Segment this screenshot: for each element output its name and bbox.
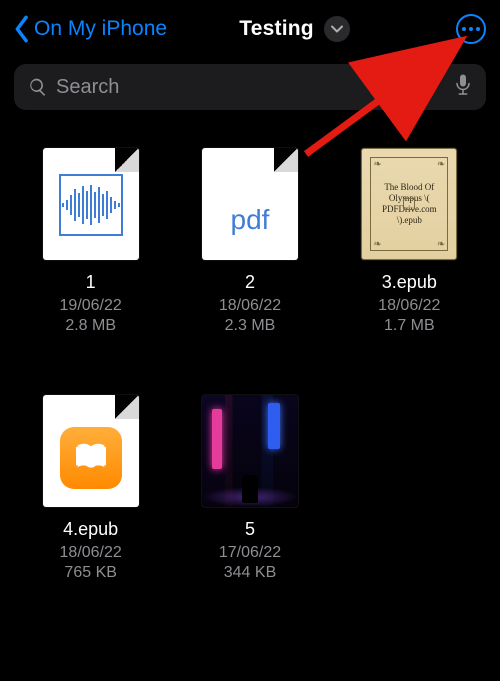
book-cover-text: The Blood Of Olympus \( PDFDrive.com \).… xyxy=(375,182,443,227)
file-date: 18/06/22 xyxy=(60,544,122,562)
file-name: 2 xyxy=(245,272,255,293)
file-name: 3.epub xyxy=(382,272,437,293)
more-options-button[interactable] xyxy=(456,14,486,44)
file-thumbnail-pdf: pdf xyxy=(202,148,298,260)
file-name: 5 xyxy=(245,519,255,540)
file-item[interactable]: 5 17/06/22 344 KB xyxy=(181,395,318,582)
file-size: 1.7 MB xyxy=(384,317,435,335)
waveform-icon xyxy=(59,174,123,236)
file-date: 18/06/22 xyxy=(378,297,440,315)
title-dropdown-button[interactable] xyxy=(324,16,350,42)
chevron-left-icon xyxy=(14,15,30,43)
file-date: 17/06/22 xyxy=(219,544,281,562)
files-grid: 1 19/06/22 2.8 MB pdf 2 18/06/22 2.3 MB … xyxy=(0,110,500,582)
file-size: 2.8 MB xyxy=(65,317,116,335)
search-icon xyxy=(28,77,48,97)
microphone-icon xyxy=(454,73,472,97)
file-name: 1 xyxy=(86,272,96,293)
chevron-down-icon xyxy=(331,23,343,35)
file-thumbnail-epub-cover: ❧❧ ❧❧ The Blood Of Olympus \( PDFDrive.c… xyxy=(361,148,457,260)
file-name: 4.epub xyxy=(63,519,118,540)
nav-bar: On My iPhone Testing xyxy=(0,0,500,58)
folder-title: Testing xyxy=(239,17,314,41)
file-size: 344 KB xyxy=(224,564,276,582)
file-size: 2.3 MB xyxy=(225,317,276,335)
file-thumbnail-audio xyxy=(43,148,139,260)
search-placeholder: Search xyxy=(56,76,454,99)
file-thumbnail-ibooks xyxy=(43,395,139,507)
file-item[interactable]: 1 19/06/22 2.8 MB xyxy=(22,148,159,335)
files-app-screen: On My iPhone Testing Search xyxy=(0,0,500,681)
dictation-button[interactable] xyxy=(454,73,472,102)
ellipsis-icon xyxy=(462,27,480,31)
search-bar[interactable]: Search xyxy=(14,64,486,110)
file-item[interactable]: ❧❧ ❧❧ The Blood Of Olympus \( PDFDrive.c… xyxy=(341,148,478,335)
file-thumbnail-image xyxy=(202,395,298,507)
title-section: Testing xyxy=(133,16,456,42)
pdf-icon: pdf xyxy=(202,204,298,236)
file-item[interactable]: pdf 2 18/06/22 2.3 MB xyxy=(181,148,318,335)
books-app-icon xyxy=(60,427,122,489)
file-size: 765 KB xyxy=(64,564,116,582)
file-date: 19/06/22 xyxy=(60,297,122,315)
file-date: 18/06/22 xyxy=(219,297,281,315)
file-item[interactable]: 4.epub 18/06/22 765 KB xyxy=(22,395,159,582)
